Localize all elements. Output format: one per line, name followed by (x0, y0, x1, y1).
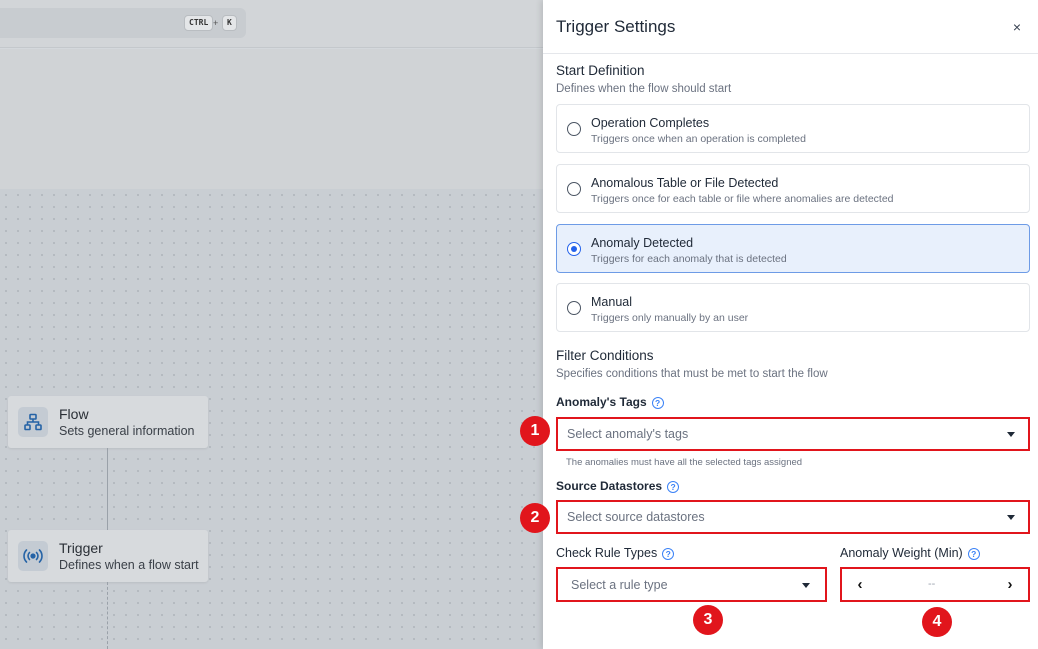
connector-line-dashed (107, 582, 108, 649)
help-icon[interactable]: ? (662, 548, 675, 560)
anomaly-weight-label-row: Anomaly Weight (Min)? (840, 546, 980, 560)
source-datastores-label: Source Datastores (556, 479, 663, 493)
source-datastores-label-row: Source Datastores? (556, 479, 680, 493)
source-datastores-placeholder: Select source datastores (567, 510, 705, 524)
start-definition-subtitle: Defines when the flow should start (556, 83, 732, 95)
source-datastores-select[interactable]: Select source datastores (556, 500, 1030, 534)
header-area (0, 49, 543, 189)
flow-node[interactable]: Flow Sets general information (8, 396, 208, 448)
annotation-badge-3: 3 (693, 605, 723, 635)
sitemap-icon (18, 407, 48, 437)
shortcut-key-ctrl: CTRL (184, 15, 214, 31)
anomaly-tags-label-row: Anomaly's Tags? (556, 395, 664, 409)
chevron-right-icon[interactable]: › (1001, 576, 1019, 594)
flow-node-subtitle: Sets general information (59, 424, 195, 438)
start-definition-title: Start Definition (556, 63, 645, 78)
shortcut-key-k: K (222, 15, 237, 31)
anomaly-tags-placeholder: Select anomaly's tags (567, 427, 689, 441)
anomaly-tags-label: Anomaly's Tags (556, 395, 647, 409)
trigger-node-title: Trigger (59, 540, 103, 556)
radio-button-selected[interactable] (567, 242, 581, 256)
option-manual[interactable]: Manual Triggers only manually by an user (556, 283, 1030, 332)
check-rule-types-placeholder: Select a rule type (571, 578, 668, 592)
connector-line (107, 448, 108, 530)
caret-down-icon (802, 583, 810, 588)
trigger-node-subtitle: Defines when a flow start (59, 558, 199, 572)
divider (543, 53, 1038, 54)
broadcast-icon (18, 541, 48, 571)
chevron-left-icon[interactable]: ‹ (851, 576, 869, 594)
filter-conditions-title: Filter Conditions (556, 348, 654, 363)
trigger-node[interactable]: Trigger Defines when a flow start (8, 530, 208, 582)
annotation-badge-1: 1 (520, 416, 550, 446)
check-rule-types-select[interactable]: Select a rule type (556, 567, 827, 602)
anomaly-tags-select[interactable]: Select anomaly's tags (556, 417, 1030, 451)
radio-button[interactable] (567, 182, 581, 196)
check-rule-types-label-row: Check Rule Types? (556, 546, 675, 560)
radio-button[interactable] (567, 122, 581, 136)
help-icon[interactable]: ? (967, 548, 980, 560)
close-button[interactable]: × (1008, 18, 1026, 36)
help-icon[interactable]: ? (651, 397, 664, 409)
filter-conditions-subtitle: Specifies conditions that must be met to… (556, 368, 828, 380)
flow-node-title: Flow (59, 406, 89, 422)
radio-button[interactable] (567, 301, 581, 315)
panel-title: Trigger Settings (556, 17, 676, 36)
option-operation-completes[interactable]: Operation Completes Triggers once when a… (556, 104, 1030, 153)
annotation-badge-2: 2 (520, 503, 550, 533)
option-label: Manual (591, 295, 632, 309)
anomaly-tags-hint: The anomalies must have all the selected… (566, 457, 803, 468)
trigger-settings-panel: Trigger Settings × Start Definition Defi… (543, 0, 1038, 649)
option-anomaly-detected[interactable]: Anomaly Detected Triggers for each anoma… (556, 224, 1030, 273)
top-bar: CTRL + K (0, 0, 543, 48)
annotation-badge-4: 4 (922, 607, 952, 637)
option-label: Anomalous Table or File Detected (591, 176, 779, 190)
option-anomalous-table-or-file[interactable]: Anomalous Table or File Detected Trigger… (556, 164, 1030, 213)
option-label: Operation Completes (591, 116, 710, 130)
help-icon[interactable]: ? (667, 481, 680, 493)
caret-down-icon (1007, 432, 1015, 437)
check-rule-types-label: Check Rule Types (556, 546, 658, 560)
option-description: Triggers once for each table or file whe… (591, 193, 894, 205)
option-description: Triggers only manually by an user (591, 312, 749, 324)
anomaly-weight-label: Anomaly Weight (Min) (840, 546, 963, 560)
shortcut-plus: + (213, 18, 219, 28)
caret-down-icon (1007, 515, 1015, 520)
anomaly-weight-stepper[interactable]: ‹ -- › (840, 567, 1030, 602)
anomaly-weight-value[interactable]: -- (928, 578, 935, 590)
option-description: Triggers once when an operation is compl… (591, 133, 806, 145)
option-label: Anomaly Detected (591, 236, 694, 250)
option-description: Triggers for each anomaly that is detect… (591, 253, 787, 265)
